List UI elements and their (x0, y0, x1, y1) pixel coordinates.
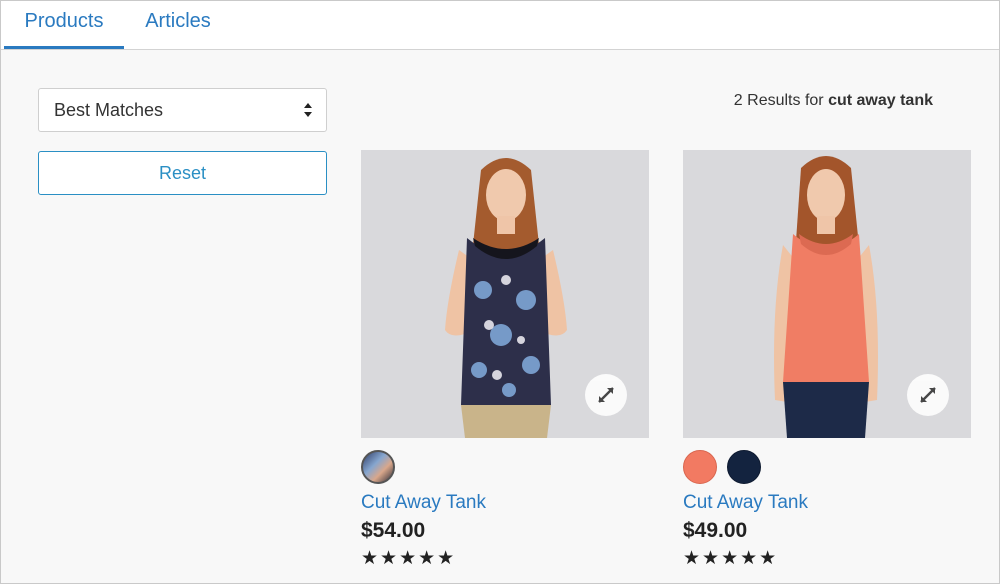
color-swatch[interactable] (727, 450, 761, 484)
tab-articles[interactable]: Articles (127, 1, 229, 49)
product-name-link[interactable]: Cut Away Tank (361, 492, 486, 514)
expand-button[interactable] (907, 374, 949, 416)
sort-select-value: Best Matches (54, 100, 164, 120)
product-card: Cut Away Tank $49.00 ★★★★★ (683, 150, 973, 580)
star-rating: ★★★★★ (361, 547, 457, 569)
tab-bar: Products Articles (1, 1, 999, 50)
product-image[interactable] (361, 150, 649, 438)
search-results-page: Products Articles Best Matches Reset 2 R… (0, 0, 1000, 584)
expand-button[interactable] (585, 374, 627, 416)
color-swatch[interactable] (361, 450, 395, 484)
expand-icon (598, 387, 614, 403)
sort-select[interactable]: Best Matches (38, 88, 327, 132)
sort-arrows-icon (304, 103, 312, 117)
product-image[interactable] (683, 150, 971, 438)
reset-button[interactable]: Reset (38, 151, 327, 195)
star-rating: ★★★★★ (683, 547, 779, 569)
results-query: cut away tank (828, 92, 933, 109)
results-count: 2 Results for (733, 92, 824, 109)
product-price: $54.00 (361, 519, 426, 542)
results-summary: 2 Results for cut away tank (561, 91, 933, 111)
product-price: $49.00 (683, 519, 748, 542)
expand-icon (920, 387, 936, 403)
product-card: Cut Away Tank $54.00 ★★★★★ (361, 150, 651, 580)
tab-products[interactable]: Products (4, 1, 124, 49)
color-swatch[interactable] (683, 450, 717, 484)
product-garment (783, 234, 869, 387)
product-name-link[interactable]: Cut Away Tank (683, 492, 808, 514)
